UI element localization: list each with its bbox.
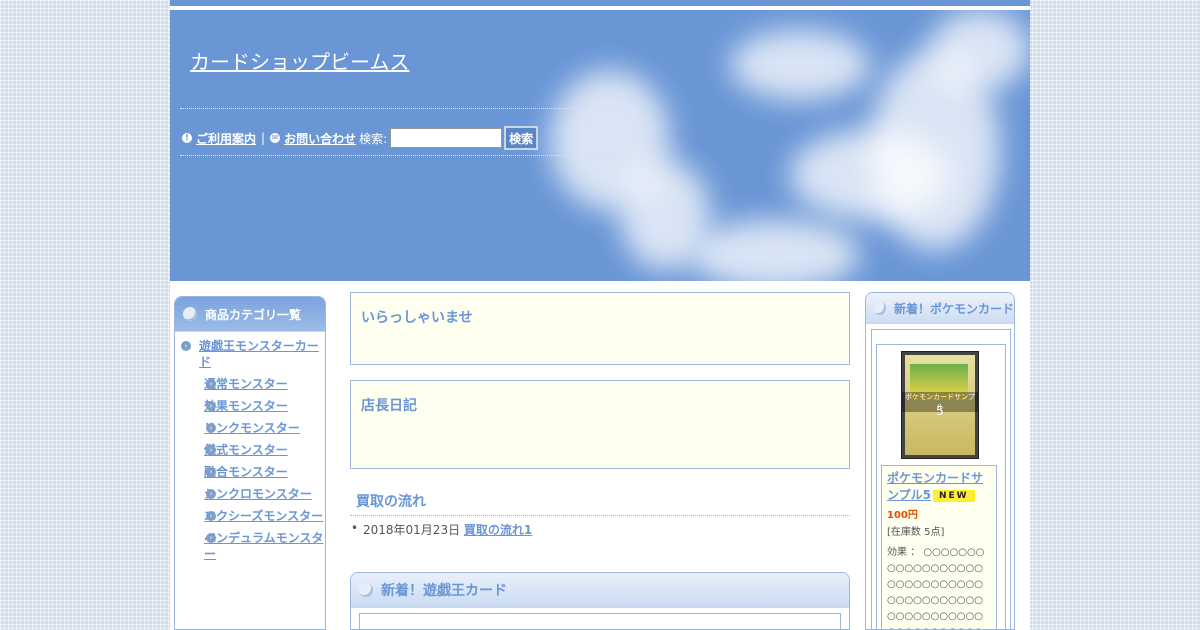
category-list: › 遊戯王モンスターカード › 通常モンスター › 効果モンスター › リンクモンスター… [175,332,325,562]
category-link[interactable]: ペンデュラムモンスター [204,531,323,561]
search-label: 検索: [359,131,388,146]
category-link[interactable]: エクシーズモンスター [204,509,323,523]
flow-list-item: 2018年01月23日 買取の流れ1 [351,521,532,538]
product-image[interactable]: ポケモンカードサンプル 5 [901,351,979,459]
category-sidebar-title: 商品カテゴリ一覧 [205,307,302,322]
bullet-icon [874,301,886,315]
header-divider-bottom [180,155,640,156]
category-sidebar-header: 商品カテゴリ一覧 [175,297,325,332]
arrow-right-icon: › [206,379,216,389]
category-link[interactable]: 遊戯王モンスターカード [199,339,319,369]
bullet-icon [183,307,197,321]
header-divider-top [180,108,640,109]
flow-link[interactable]: 買取の流れ1 [464,523,532,537]
category-item[interactable]: › リンクモンスター [179,420,325,436]
nav-separator: | [261,131,266,145]
category-item[interactable]: › ペンデュラムモンスター [179,530,325,562]
product-outer-frame: ポケモンカードサンプル 5 ポケモンカードサンプル5 NEW 100円 [在庫数 … [871,329,1011,629]
search-button[interactable]: 検索 [504,126,539,150]
image-number: 5 [936,404,944,418]
header-nav: ! ご利用案内 | ✉ お問い合わせ 検索: 検索 [182,126,539,150]
site-header: カードショップビームス ! ご利用案内 | ✉ お問い合わせ 検索: 検索 [170,0,1030,281]
category-link[interactable]: 融合モンスター [204,465,288,479]
diary-title: 店長日記 [361,398,417,414]
diary-box: 店長日記 [350,380,850,469]
category-item[interactable]: › 通常モンスター [179,376,325,392]
contact-link[interactable]: お問い合わせ [284,130,356,147]
arrow-right-icon: › [206,489,216,499]
new-pokemon-sidebar: 新着！ポケモンカード ポケモンカードサンプル 5 ポケモンカードサンプル5 NEW… [865,292,1015,630]
arrow-right-icon: › [206,445,216,455]
category-item[interactable]: › 効果モンスター [179,398,325,414]
category-item[interactable]: › 儀式モンスター [179,442,325,458]
product-price: 100円 [887,510,918,521]
flow-date: 2018年01月23日 [363,523,461,537]
category-link[interactable]: シンクロモンスター [204,487,312,501]
category-item[interactable]: › シンクロモンスター [179,486,325,502]
site-title[interactable]: カードショップビームス [190,46,409,75]
page-wrapper: カードショップビームス ! ご利用案内 | ✉ お問い合わせ 検索: 検索 商品… [170,0,1030,630]
arrow-right-icon: › [206,401,216,411]
category-sidebar: 商品カテゴリ一覧 › 遊戯王モンスターカード › 通常モンスター › 効果モンスター … [174,296,326,630]
category-link[interactable]: 儀式モンスター [204,443,288,457]
info-icon: ! [182,133,192,143]
flow-divider [350,515,850,516]
welcome-box: いらっしゃいませ [350,292,850,365]
arrow-right-icon: › [206,423,216,433]
new-pokemon-header: 新着！ポケモンカード [866,293,1014,324]
new-pokemon-title: 新着！ポケモンカード [893,301,1014,316]
arrow-right-icon: › [206,533,216,543]
arrow-right-icon: › [206,467,216,477]
arrow-right-icon: › [206,511,216,521]
guide-link[interactable]: ご利用案内 [196,130,256,147]
arrow-right-icon: › [181,341,191,351]
product-inner-frame: ポケモンカードサンプル 5 ポケモンカードサンプル5 NEW 100円 [在庫数 … [876,344,1006,629]
product-info: ポケモンカードサンプル5 NEW 100円 [在庫数 5点] 効果 ： ○○○○○… [881,465,997,629]
mail-icon: ✉ [270,133,281,143]
product-stock: [在庫数 5点] [887,527,945,538]
new-yugioh-title: 新着！遊戯王カード [381,583,507,599]
welcome-title: いらっしゃいませ [361,310,473,326]
new-yugioh-header: 新着！遊戯王カード [351,573,849,608]
category-item[interactable]: › エクシーズモンスター [179,508,325,524]
category-link[interactable]: 通常モンスター [204,377,288,391]
new-badge: NEW [933,490,975,502]
bullet-icon [359,583,373,597]
product-effect: 効果 ： ○○○○○○○○○○○○○○○○○○○○○○○○○○○○○○○○○○○… [887,547,985,629]
category-link[interactable]: リンクモンスター [204,421,300,435]
category-item[interactable]: › 融合モンスター [179,464,325,480]
category-item[interactable]: › 遊戯王モンスターカード [179,338,325,370]
search-input[interactable] [390,128,503,148]
category-link[interactable]: 効果モンスター [204,399,288,413]
new-yugioh-inner [359,613,841,629]
new-yugioh-box: 新着！遊戯王カード [350,572,850,630]
flow-section-title: 買取の流れ [356,494,426,510]
